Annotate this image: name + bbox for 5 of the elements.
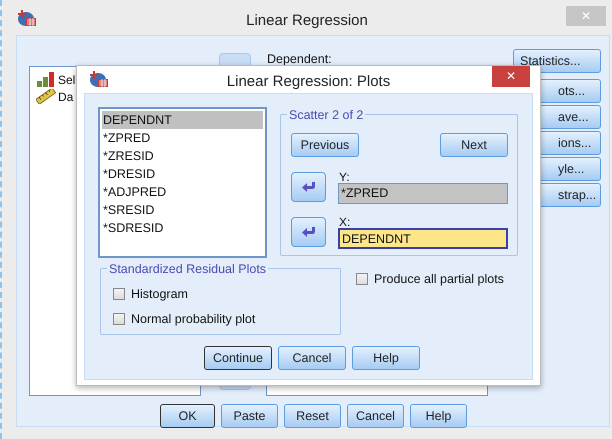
field-label: Y: [339,169,350,186]
window-title: Linear Regression [246,12,368,29]
field-label: X: [339,214,350,231]
dialog-title: Linear Regression: Plots [226,73,390,90]
field-label: Dependent: [267,51,332,68]
